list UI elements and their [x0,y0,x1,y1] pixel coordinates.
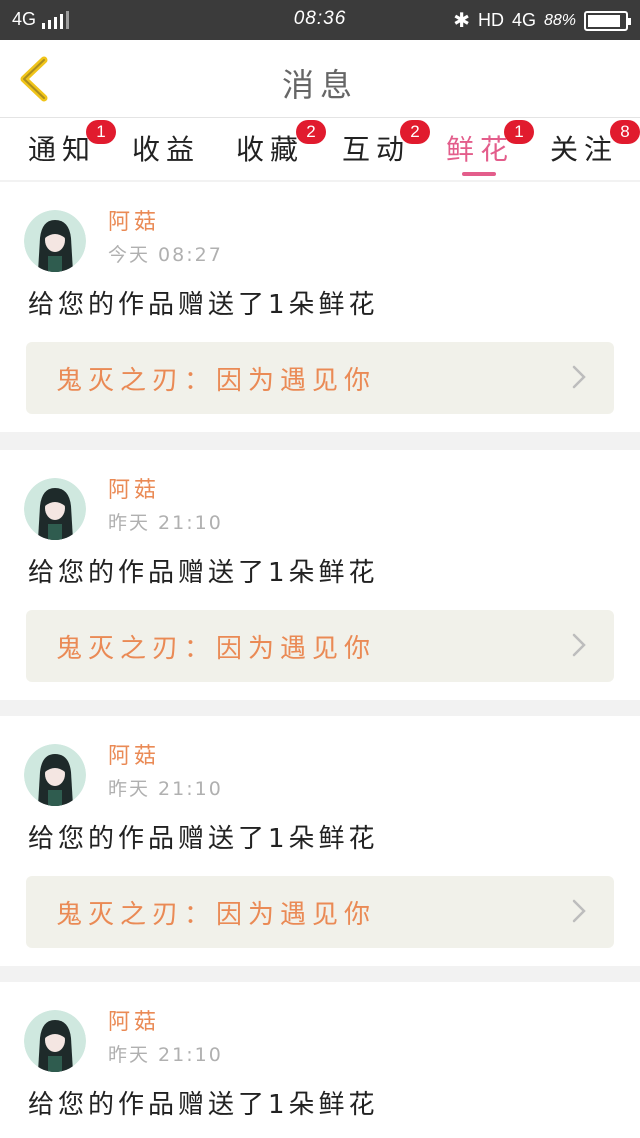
battery-percent: 88% [543,11,576,29]
timestamp: 昨天 21:10 [108,778,223,800]
work-title: 鬼灭之刃：因为遇见你 [56,900,377,930]
username[interactable]: 阿菇 [108,1004,160,1036]
chevron-right-icon [572,899,586,923]
work-link[interactable]: 鬼灭之刃：因为遇见你 [26,876,614,948]
message-card: 阿菇 昨天 21:10 给您的作品赠送了1朵鲜花 鬼灭之刃：因为遇见你 [0,450,640,700]
avatar[interactable] [24,744,86,806]
hd-label: HD [477,10,504,30]
message-text: 给您的作品赠送了1朵鲜花 [28,290,379,320]
tab-earnings[interactable]: 收益 [132,128,200,180]
bluetooth-icon: ✱ [453,10,470,32]
battery-icon [584,10,631,31]
timestamp: 今天 08:27 [108,244,223,266]
tab-notice[interactable]: 通知 1 [28,120,116,180]
tab-label: 关注 [550,133,619,166]
tab-label: 通知 [28,133,97,166]
chevron-right-icon [572,633,586,657]
avatar[interactable] [24,1010,86,1072]
avatar[interactable] [24,210,86,272]
tab-bar: 通知 1 收益 收藏 2 互动 2 鲜花 1 关注 8 [0,118,640,180]
work-link[interactable]: 鬼灭之刃：因为遇见你 [26,610,614,682]
tab-favorites[interactable]: 收藏 2 [236,120,326,180]
active-tab-indicator [462,172,496,176]
tab-label: 收益 [132,133,201,166]
tab-badge: 1 [86,120,116,144]
status-icons: ✱ HD 4G 88% [453,8,631,33]
tab-follow[interactable]: 关注 8 [550,120,640,180]
message-text: 给您的作品赠送了1朵鲜花 [28,558,379,588]
chevron-right-icon [572,365,586,389]
message-card: 阿菇 昨天 21:10 给您的作品赠送了1朵鲜花 鬼灭之刃：因为遇见你 [0,716,640,966]
work-title: 鬼灭之刃：因为遇见你 [56,634,377,664]
tab-label: 收藏 [236,133,305,166]
timestamp: 昨天 21:10 [108,1044,223,1066]
username[interactable]: 阿菇 [108,738,160,770]
message-card: 阿菇 今天 08:27 给您的作品赠送了1朵鲜花 鬼灭之刃：因为遇见你 [0,182,640,432]
username[interactable]: 阿菇 [108,472,160,504]
tab-flowers[interactable]: 鲜花 1 [446,120,534,180]
tab-badge: 1 [504,120,534,144]
tab-badge: 2 [296,120,326,144]
work-title: 鬼灭之刃：因为遇见你 [56,366,377,396]
tab-label: 互动 [342,133,411,166]
net-right-label: 4G [511,10,536,30]
page-title: 消息 [281,66,358,104]
nav-header: 消息 [0,40,640,118]
tab-label: 鲜花 [446,133,515,166]
tab-interaction[interactable]: 互动 2 [342,120,430,180]
message-card: 阿菇 昨天 21:10 给您的作品赠送了1朵鲜花 [0,982,640,1138]
message-text: 给您的作品赠送了1朵鲜花 [28,1090,379,1120]
timestamp: 昨天 21:10 [108,512,223,534]
message-text: 给您的作品赠送了1朵鲜花 [28,824,379,854]
status-bar: 4G 08:36 ✱ HD 4G 88% [0,0,640,40]
avatar[interactable] [24,478,86,540]
username[interactable]: 阿菇 [108,204,160,236]
work-link[interactable]: 鬼灭之刃：因为遇见你 [26,342,614,414]
tab-badge: 8 [610,120,640,144]
tab-badge: 2 [400,120,430,144]
